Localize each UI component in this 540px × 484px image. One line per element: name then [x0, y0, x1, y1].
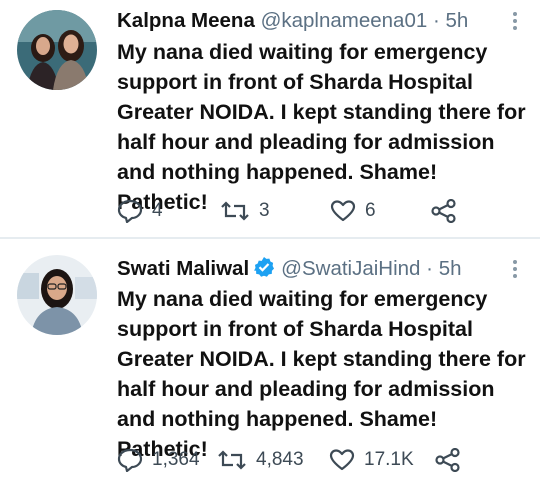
heart-icon [329, 449, 355, 471]
tweet-text: My nana died waiting for emergency suppo… [117, 287, 526, 461]
timestamp[interactable]: 5h [446, 9, 469, 32]
timestamp[interactable]: 5h [439, 257, 462, 280]
reply-button[interactable]: 1,364 [117, 445, 200, 475]
retweet-icon [218, 450, 246, 470]
tweet[interactable]: Swati Maliwal @SwatiJaiHind · 5h My nana … [0, 240, 540, 484]
retweet-button[interactable]: 3 [220, 196, 270, 226]
retweet-count: 3 [259, 200, 270, 221]
reply-count: 4 [152, 200, 163, 221]
separator: · [432, 9, 440, 32]
retweet-count: 4,843 [256, 449, 304, 470]
share-button[interactable] [435, 445, 470, 475]
avatar[interactable] [17, 255, 97, 335]
share-icon [435, 448, 460, 472]
tweet-actions: 1,364 4,843 17.1K [117, 445, 527, 475]
retweet-icon [221, 201, 249, 221]
tweet-text: My nana died waiting for emergency suppo… [117, 40, 526, 214]
tweet-actions: 4 3 6 [117, 196, 527, 226]
tweet-divider [0, 237, 540, 239]
handle[interactable]: @kaplnameena01 [261, 9, 428, 32]
more-icon[interactable] [512, 259, 518, 282]
tweet-header: Kalpna Meena @kaplnameena01 · 5h [117, 4, 468, 38]
reply-icon [117, 448, 143, 472]
reply-icon [117, 199, 143, 223]
reply-count: 1,364 [152, 449, 200, 470]
like-count: 17.1K [364, 449, 414, 470]
avatar[interactable] [17, 10, 97, 90]
more-icon[interactable] [512, 11, 518, 34]
separator: · [426, 257, 433, 280]
retweet-button[interactable]: 4,843 [217, 445, 304, 475]
like-count: 6 [365, 200, 376, 221]
share-button[interactable] [431, 196, 466, 226]
like-button[interactable]: 17.1K [329, 445, 414, 475]
display-name[interactable]: Swati Maliwal [117, 257, 249, 280]
handle[interactable]: @SwatiJaiHind [281, 257, 420, 280]
display-name[interactable]: Kalpna Meena [117, 9, 255, 32]
like-button[interactable]: 6 [330, 196, 376, 226]
heart-icon [330, 200, 356, 222]
reply-button[interactable]: 4 [117, 196, 163, 226]
share-icon [431, 199, 456, 223]
tweet-header: Swati Maliwal @SwatiJaiHind · 5h [117, 252, 462, 286]
tweet[interactable]: Kalpna Meena @kaplnameena01 · 5h My nana… [0, 0, 540, 238]
